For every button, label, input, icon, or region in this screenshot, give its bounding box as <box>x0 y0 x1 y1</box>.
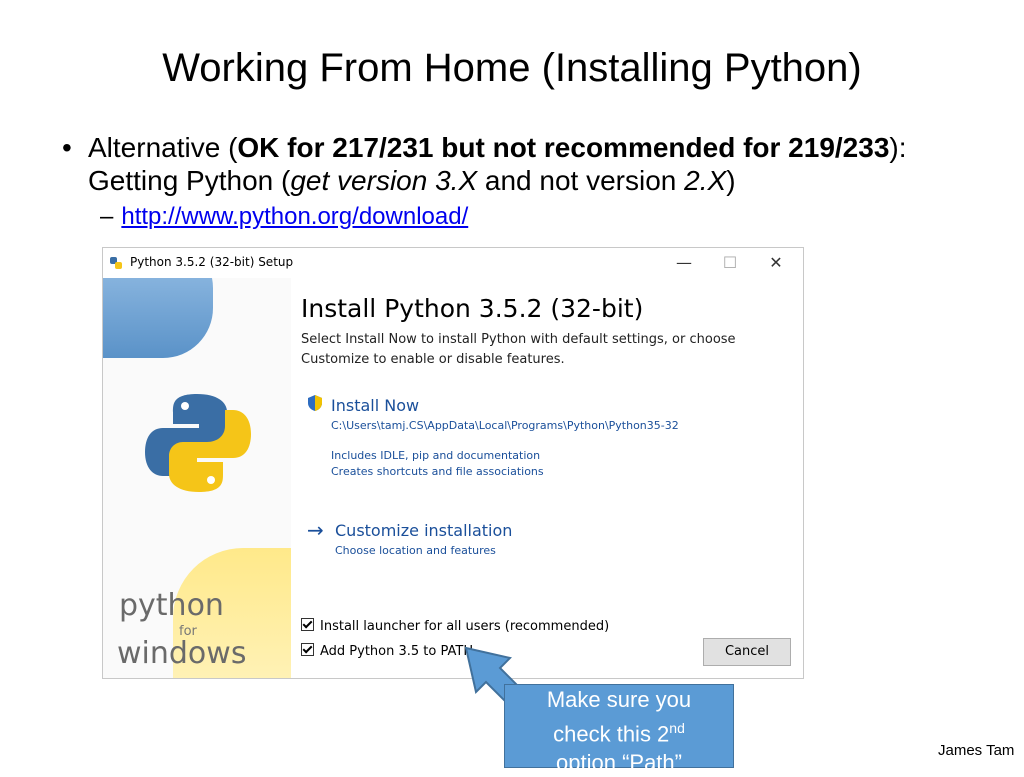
bullet-bold-note: OK for 217/231 but not recommended for 2… <box>237 132 890 163</box>
customize-description: Choose location and features <box>335 544 496 557</box>
add-to-path-checkbox[interactable]: Add Python 3.5 to PATH <box>301 643 473 659</box>
bullet-version-avoid: 2.X <box>684 165 727 196</box>
cancel-button[interactable]: Cancel <box>703 638 791 666</box>
install-now-option[interactable]: Install Now <box>331 396 419 415</box>
bullet-text: Alternative (OK for 217/231 but not reco… <box>88 132 907 196</box>
minimize-icon[interactable]: — <box>661 251 707 275</box>
customize-installation-option[interactable]: Customize installation <box>335 521 512 540</box>
install-now-details: Includes IDLE, pip and documentation Cre… <box>331 449 544 478</box>
close-icon[interactable]: ✕ <box>753 251 799 275</box>
callout-box: Make sure you check this 2nd option “Pat… <box>504 684 734 775</box>
checkbox-checked-icon[interactable] <box>301 643 314 656</box>
launcher-all-users-checkbox[interactable]: Install launcher for all users (recommen… <box>301 618 609 634</box>
uac-shield-icon <box>308 395 322 411</box>
python-logo-icon <box>145 394 251 492</box>
checkbox-checked-icon[interactable] <box>301 618 314 631</box>
installer-heading: Install Python 3.5.2 (32-bit) <box>301 294 644 323</box>
maximize-icon[interactable]: ☐ <box>707 251 753 275</box>
python-download-link[interactable]: http://www.python.org/download/ <box>121 203 468 230</box>
decorative-blue-shape <box>103 278 213 358</box>
slide-footer-author: James Tam <box>938 742 1015 759</box>
installer-content: Install Python 3.5.2 (32-bit) Select Ins… <box>291 278 803 678</box>
bullet-version-recommended: get version 3.X <box>290 165 478 196</box>
sub-bullet-marker: – <box>100 203 114 230</box>
main-bullet: • Alternative (OK for 217/231 but not re… <box>62 131 1002 197</box>
python-window-icon <box>110 257 122 269</box>
installer-description: Select Install Now to install Python wit… <box>301 332 736 367</box>
slide-title: Working From Home (Installing Python) <box>162 46 862 90</box>
logo-text-python: python <box>119 588 224 623</box>
installer-window-title: Python 3.5.2 (32-bit) Setup <box>130 255 294 269</box>
bullet-marker: • <box>62 132 72 163</box>
installer-side-art: python for windows <box>103 278 291 678</box>
sub-bullet-link: – http://www.python.org/download/ <box>100 203 468 231</box>
logo-text-windows: windows <box>117 636 247 671</box>
arrow-right-icon: → <box>307 518 324 542</box>
install-path-text: C:\Users\tamj.CS\AppData\Local\Programs\… <box>331 419 679 432</box>
installer-titlebar: Python 3.5.2 (32-bit) Setup — ☐ ✕ <box>103 248 803 278</box>
installer-screenshot: Python 3.5.2 (32-bit) Setup — ☐ ✕ python… <box>102 247 804 679</box>
